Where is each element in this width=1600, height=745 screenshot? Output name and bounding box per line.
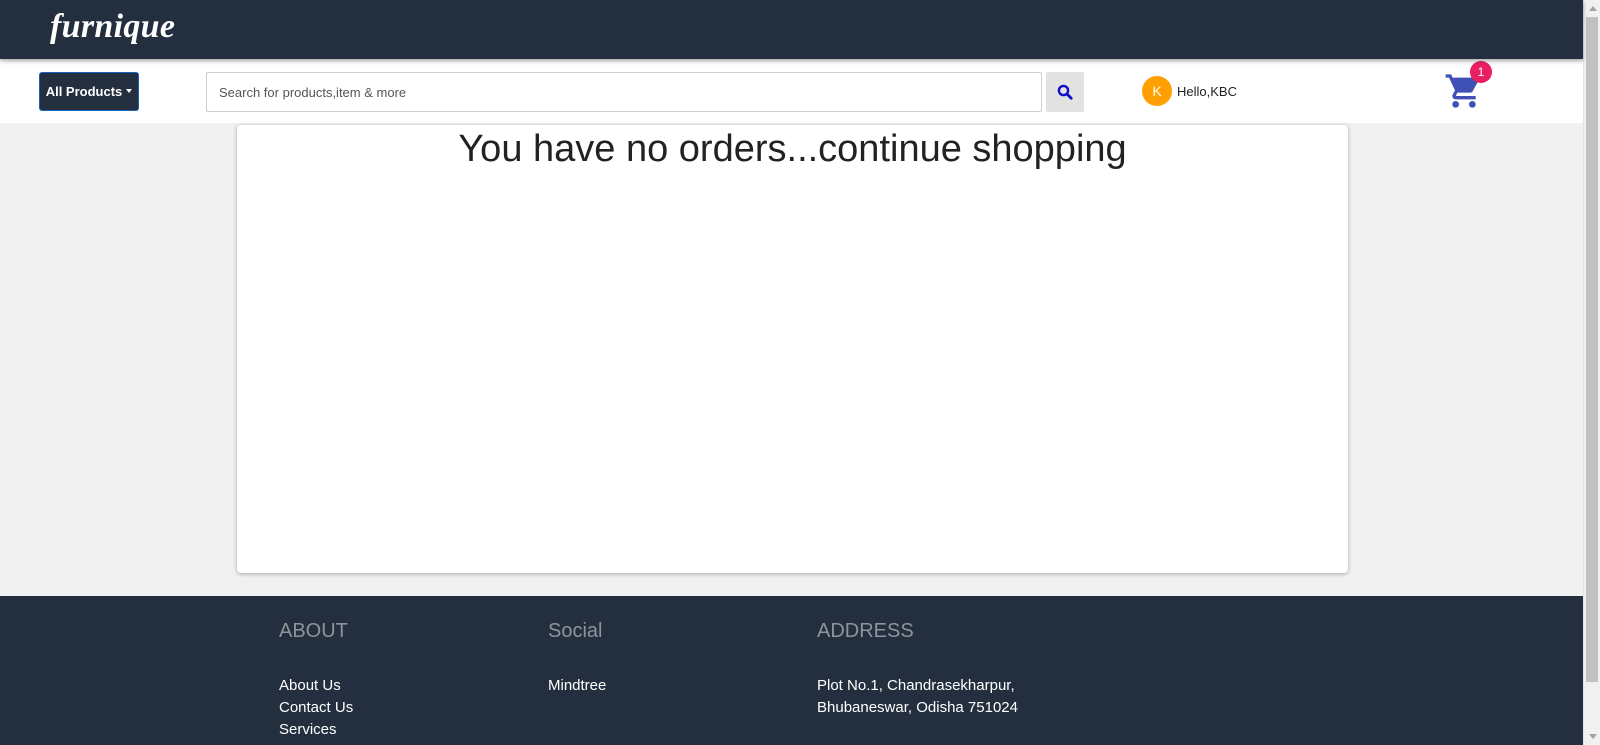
avatar: K <box>1142 76 1172 106</box>
top-header: furnique <box>0 0 1583 59</box>
all-products-dropdown-button[interactable]: All Products <box>39 72 139 111</box>
footer-about-column: ABOUT About Us Contact Us Services <box>279 620 353 741</box>
footer-social-heading: Social <box>548 620 603 642</box>
footer-social-column: Social Mindtree <box>548 620 606 697</box>
footer-address-heading: ADDRESS <box>817 620 914 642</box>
footer-address-line-2: Bhubaneswar, Odisha 751024 <box>817 699 1018 716</box>
scroll-down-arrow-icon[interactable] <box>1589 734 1597 739</box>
all-products-label: All Products <box>45 84 123 99</box>
cart-count-badge: 1 <box>1470 61 1492 83</box>
footer-about-heading: ABOUT <box>279 620 348 642</box>
search-input[interactable] <box>206 72 1042 112</box>
footer-address-line-1: Plot No.1, Chandrasekharpur, <box>817 677 1015 694</box>
search-button[interactable] <box>1046 72 1084 112</box>
footer-link-about-us[interactable]: About Us <box>279 675 353 697</box>
scrollbar-thumb[interactable] <box>1586 17 1598 682</box>
user-menu[interactable]: K Hello,KBC <box>1142 76 1237 106</box>
page-scrollbar[interactable] <box>1583 0 1600 745</box>
brand-logo[interactable]: furnique <box>50 8 175 46</box>
footer-link-contact-us[interactable]: Contact Us <box>279 697 353 719</box>
footer-link-services[interactable]: Services <box>279 719 353 741</box>
empty-orders-message: You have no orders...continue shopping <box>458 128 1127 170</box>
scroll-up-arrow-icon[interactable] <box>1589 6 1597 11</box>
footer: ABOUT About Us Contact Us Services Socia… <box>0 596 1583 745</box>
caret-down-icon <box>126 88 133 93</box>
search-icon <box>1057 84 1073 100</box>
navbar: All Products K Hello,KBC 1 <box>0 59 1583 123</box>
footer-address-column: ADDRESS Plot No.1, Chandrasekharpur, Bhu… <box>817 620 1018 719</box>
orders-card: You have no orders...continue shopping <box>237 125 1348 573</box>
footer-link-mindtree[interactable]: Mindtree <box>548 675 606 697</box>
user-greeting: Hello,KBC <box>1177 83 1237 99</box>
